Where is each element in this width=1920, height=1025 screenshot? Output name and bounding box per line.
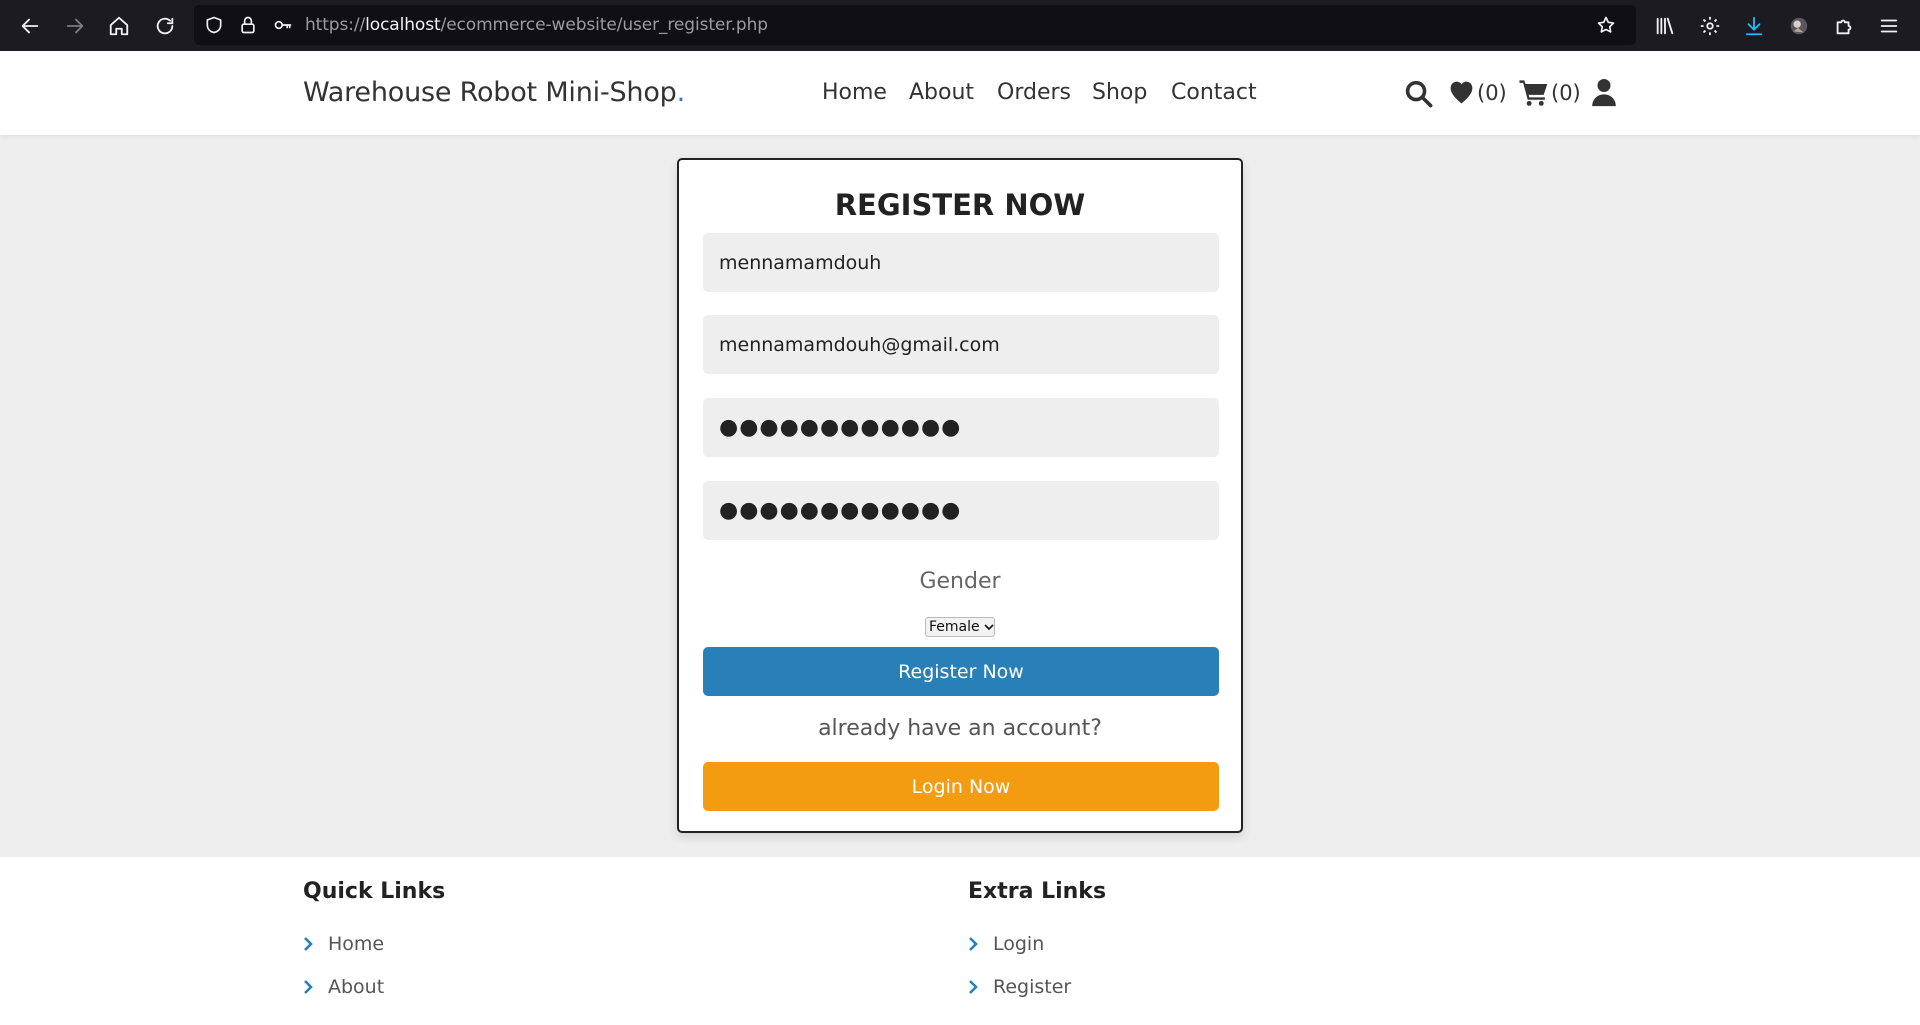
settings-gear-icon (1700, 16, 1720, 36)
footer-link-home[interactable]: Home (303, 933, 384, 955)
footer-link-login[interactable]: Login (968, 933, 1044, 955)
settings-button[interactable] (1697, 13, 1723, 39)
chevron-down-icon (984, 624, 994, 631)
nav-contact[interactable]: Contact (1171, 80, 1257, 105)
footer-link-label: Register (993, 976, 1072, 998)
footer-link-label: About (328, 976, 385, 998)
footer-link-about[interactable]: About (303, 976, 384, 998)
extensions-button[interactable] (1831, 13, 1857, 39)
url-bar[interactable]: https://localhost/ecommerce-website/user… (194, 5, 1636, 45)
bookmark-button[interactable] (1595, 14, 1617, 36)
library-button[interactable] (1652, 13, 1678, 39)
reload-icon (156, 17, 174, 35)
footer-link-register[interactable]: Register (968, 976, 1071, 998)
form-title: Register Now (834, 188, 1086, 222)
home-icon (109, 16, 129, 36)
home-button[interactable] (103, 10, 135, 42)
forward-arrow-icon (66, 18, 84, 34)
hamburger-menu-icon (1880, 19, 1898, 33)
browser-toolbar: https://localhost/ecommerce-website/user… (0, 0, 1920, 51)
search-button[interactable] (1404, 79, 1433, 108)
url-text[interactable]: https://localhost/ecommerce-website/user… (305, 15, 768, 35)
login-button[interactable]: Login Now (703, 762, 1219, 811)
download-icon (1745, 16, 1763, 36)
name-input[interactable]: mennamamdouh (703, 233, 1219, 292)
url-scheme: https:// (305, 15, 366, 35)
register-button[interactable]: Register Now (703, 647, 1219, 696)
menu-button[interactable] (1876, 13, 1902, 39)
nav-orders[interactable]: Orders (997, 80, 1071, 105)
site-info-button[interactable] (237, 14, 259, 36)
cart-icon (1519, 80, 1548, 106)
url-host: localhost (365, 15, 441, 35)
nav-home[interactable]: Home (822, 80, 887, 105)
heart-icon (1450, 81, 1473, 104)
logo-dot: . (676, 77, 686, 108)
downloads-button[interactable] (1741, 13, 1767, 39)
extension-avatar-icon (1790, 17, 1808, 35)
wishlist-count: (0) (1477, 80, 1507, 105)
extra-links-heading: Extra Links (968, 879, 1107, 904)
star-icon (1597, 16, 1615, 33)
lock-icon (241, 16, 255, 34)
chevron-right-icon (969, 937, 978, 951)
nav-about[interactable]: About (909, 80, 974, 105)
quick-links-heading: Quick Links (303, 879, 446, 904)
user-button[interactable] (1591, 77, 1617, 107)
password-manager-button[interactable] (272, 14, 294, 36)
logo-text: Warehouse Robot Mini-Shop (303, 77, 677, 108)
already-have-account-text: already have an account? (818, 716, 1102, 741)
cart-count: (0) (1551, 80, 1581, 105)
site-footer: Quick Links Home About Extra Links Login… (0, 857, 1920, 1025)
url-path: /ecommerce-website/user_register.php (440, 15, 769, 35)
extension-button[interactable] (1786, 13, 1812, 39)
puzzle-icon (1836, 19, 1852, 35)
reload-button[interactable] (149, 10, 181, 42)
cart-link[interactable]: (0) (1518, 78, 1581, 107)
chevron-right-icon (304, 937, 313, 951)
chevron-right-icon (969, 980, 978, 994)
forward-button[interactable] (59, 10, 91, 42)
back-button[interactable] (14, 10, 46, 42)
library-icon (1656, 17, 1674, 35)
email-input[interactable]: mennamamdouh@gmail.com (703, 315, 1219, 374)
tracking-protection-button[interactable] (203, 14, 225, 36)
gender-selected-value: Female (929, 619, 980, 635)
gender-select[interactable]: Female (925, 617, 995, 637)
user-icon (1592, 79, 1616, 107)
gender-label: Gender (919, 569, 1001, 594)
key-icon (274, 20, 292, 30)
nav-shop[interactable]: Shop (1092, 80, 1147, 105)
register-form: Register Now mennamamdouh mennamamdouh@g… (677, 158, 1243, 833)
chevron-right-icon (304, 980, 313, 994)
back-arrow-icon (21, 18, 39, 34)
footer-link-label: Login (993, 933, 1045, 955)
site-logo[interactable]: Warehouse Robot Mini-Shop. (303, 77, 685, 108)
wishlist-link[interactable]: (0) (1447, 78, 1507, 107)
confirm-password-input[interactable]: ●●●●●●●●●●●● (703, 481, 1219, 540)
footer-link-label: Home (328, 933, 385, 955)
site-header: Warehouse Robot Mini-Shop. Home About Or… (0, 51, 1920, 135)
password-input[interactable]: ●●●●●●●●●●●● (703, 398, 1219, 457)
shield-icon (206, 16, 222, 34)
search-icon (1405, 80, 1433, 108)
